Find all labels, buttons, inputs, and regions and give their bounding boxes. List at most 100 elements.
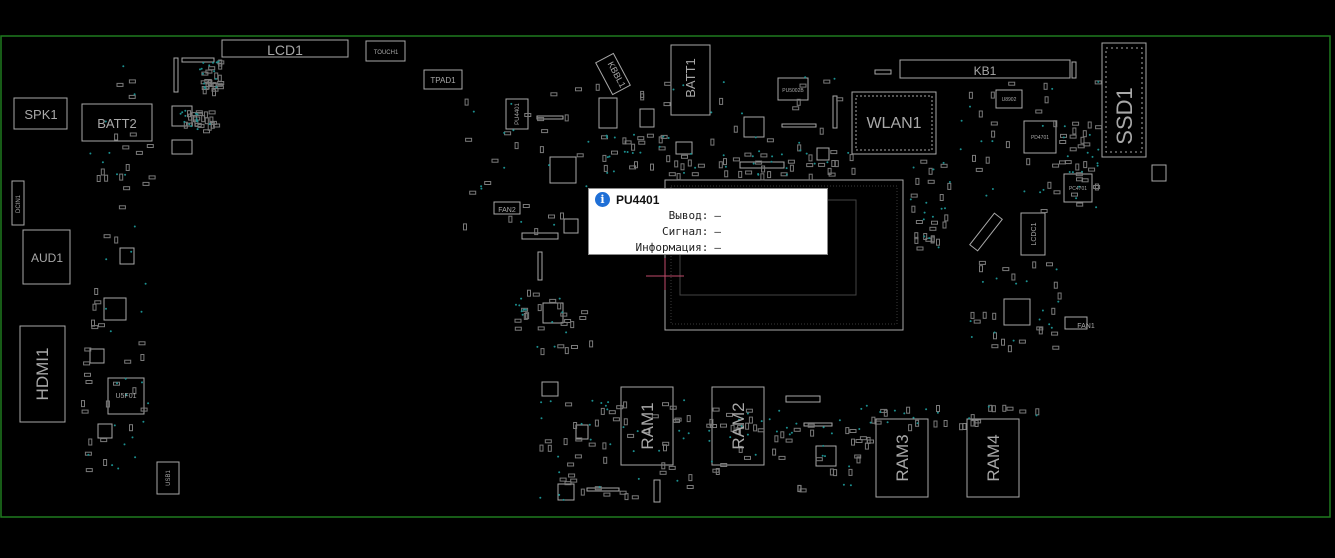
- ic-bottom-left-3[interactable]: [575, 424, 589, 440]
- via: [804, 76, 807, 79]
- via: [585, 185, 588, 188]
- ic-left-1[interactable]: [103, 297, 127, 321]
- passive-pad: [540, 348, 545, 356]
- ic-bottom-left-2[interactable]: [541, 381, 559, 397]
- tooltip-row-signal: Сигнал: —: [589, 225, 721, 238]
- passive-pad: [1007, 345, 1012, 353]
- ic-right-edge[interactable]: [1151, 164, 1167, 182]
- passive-pad: [602, 442, 607, 450]
- rail-8: [874, 69, 892, 75]
- ic-bottom-mid[interactable]: [815, 445, 837, 467]
- passive-pad: [931, 220, 938, 225]
- via: [722, 154, 725, 157]
- via: [124, 377, 127, 380]
- via: [751, 155, 754, 158]
- passive-pad: [1051, 331, 1059, 336]
- passive-pad: [666, 155, 671, 163]
- ic-top-3[interactable]: [639, 108, 655, 128]
- passive-pad: [637, 136, 645, 141]
- passive-pad: [1057, 292, 1062, 300]
- passive-pad: [662, 402, 669, 407]
- via: [525, 308, 527, 311]
- passive-pad: [808, 154, 813, 162]
- via: [1088, 133, 1091, 136]
- display-flex-connector[interactable]: [969, 212, 1003, 252]
- via: [598, 485, 601, 488]
- ic-top-5[interactable]: [816, 147, 830, 161]
- via: [879, 411, 882, 413]
- passive-pad: [915, 220, 923, 224]
- via: [667, 137, 670, 139]
- hdmi1-label: HDMI1: [33, 348, 52, 401]
- ic-left-2[interactable]: [89, 348, 105, 364]
- via: [1066, 155, 1069, 158]
- passive-pad: [603, 456, 608, 464]
- passive-pad: [855, 439, 863, 443]
- rail-1: [173, 57, 179, 93]
- passive-pad: [564, 481, 572, 486]
- via: [181, 111, 184, 114]
- via: [708, 439, 711, 442]
- passive-pad: [1035, 109, 1043, 114]
- via: [752, 162, 755, 165]
- passive-pad: [792, 106, 800, 111]
- passive-pad: [123, 186, 131, 191]
- via: [109, 330, 112, 333]
- passive-pad: [541, 129, 549, 134]
- pu5002b-label: PU5002B: [782, 88, 804, 94]
- passive-pads: [81, 59, 1103, 501]
- passive-pad: [1035, 408, 1040, 416]
- ic-kbbl[interactable]: [598, 97, 618, 129]
- passive-pad: [1077, 144, 1085, 149]
- passive-pad: [574, 454, 582, 459]
- via: [940, 207, 943, 210]
- ic-bottom-left[interactable]: [557, 483, 575, 501]
- passive-pad: [537, 304, 542, 312]
- via: [991, 188, 994, 190]
- ic-left-4[interactable]: [97, 423, 113, 439]
- ssd1-label: SSD1: [1112, 87, 1137, 144]
- ic-mid-left-2[interactable]: [563, 218, 579, 234]
- ic-top-mid[interactable]: [743, 116, 765, 138]
- passive-pad: [1095, 125, 1103, 130]
- via: [991, 140, 994, 143]
- passive-pad: [650, 163, 654, 171]
- passive-pad: [463, 223, 467, 231]
- kb1-label: KB1: [974, 64, 997, 78]
- via: [561, 311, 564, 314]
- via: [540, 417, 543, 420]
- ic-left-3[interactable]: [119, 247, 135, 265]
- via: [591, 399, 594, 402]
- passive-pad: [1076, 202, 1084, 207]
- ic-right-bottom[interactable]: [1003, 298, 1031, 326]
- via: [662, 135, 665, 138]
- passive-pad: [514, 326, 522, 331]
- passive-pad: [818, 162, 826, 167]
- pcb-board-view[interactable]: LCD1 TOUCH1 TPAD1 KB1 SPK1 BATT2 AUD1 WL…: [0, 0, 1335, 558]
- via: [916, 422, 919, 425]
- passive-pad: [982, 311, 987, 319]
- via: [1096, 162, 1099, 165]
- via: [981, 280, 984, 283]
- ic-top-4[interactable]: [675, 141, 693, 155]
- ic-mid-left[interactable]: [542, 302, 564, 324]
- passive-pad: [810, 429, 815, 437]
- via: [724, 165, 727, 168]
- rail-5: [537, 251, 543, 281]
- via: [768, 418, 771, 421]
- passive-pad: [1008, 81, 1016, 86]
- wlan1-label: WLAN1: [866, 115, 921, 132]
- tooltip-info-label: Информация:: [635, 241, 709, 254]
- passive-pad: [560, 212, 564, 220]
- passive-pad: [128, 79, 136, 84]
- passive-pad: [1094, 183, 1099, 191]
- passive-pad: [940, 163, 948, 168]
- passive-pad: [975, 167, 983, 172]
- ic-pu4401[interactable]: [549, 156, 577, 184]
- via: [116, 382, 118, 385]
- tooltip-row-pin: Вывод: —: [589, 209, 721, 222]
- info-icon: i: [595, 192, 610, 207]
- passive-pad: [723, 158, 727, 166]
- passive-pad: [1075, 163, 1080, 171]
- ram3-label: RAM3: [893, 434, 912, 481]
